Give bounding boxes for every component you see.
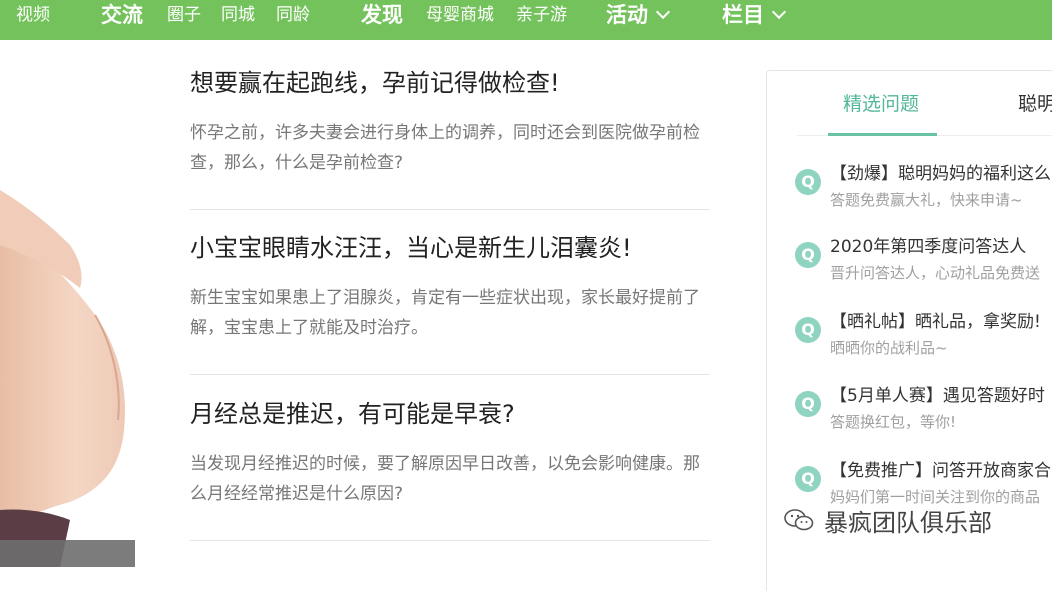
watermark: 暴疯团队俱乐部	[784, 503, 992, 537]
question-item[interactable]: Q 【免费推广】问答开放商家合 妈妈们第一时间关注到你的商品	[795, 458, 1052, 508]
active-tab-indicator	[828, 133, 937, 136]
nav-circle[interactable]: 圈子	[167, 0, 201, 34]
nav-columns-menu[interactable]: 栏目	[722, 0, 787, 34]
question-badge-icon: Q	[795, 466, 821, 492]
question-subtitle: 晒晒你的战利品~	[830, 339, 948, 357]
article-item[interactable]: 小宝宝眼睛水汪汪，当心是新生儿泪囊炎! 新生宝宝如果患上了泪腺炎，肯定有一些症状…	[190, 231, 710, 343]
nav-activities-label: 活动	[606, 3, 648, 27]
article-cover-image[interactable]	[0, 40, 160, 567]
nav-discover[interactable]: 发现	[361, 0, 403, 34]
question-item[interactable]: Q 【劲爆】聪明妈妈的福利这么 答题免费赢大礼，快来申请~	[795, 161, 1052, 211]
chevron-down-icon	[655, 4, 671, 20]
nav-activities-menu[interactable]: 活动	[606, 0, 671, 34]
question-badge-icon: Q	[795, 317, 821, 343]
question-title[interactable]: 【晒礼帖】晒礼品，拿奖励!	[830, 309, 1041, 335]
nav-columns-label: 栏目	[722, 3, 764, 27]
top-nav: 视频 交流 圈子 同城 同龄 发现 母婴商城 亲子游 活动 栏目	[0, 0, 1052, 40]
nav-parent-child-travel[interactable]: 亲子游	[516, 0, 567, 34]
question-title[interactable]: 【劲爆】聪明妈妈的福利这么	[830, 161, 1051, 187]
article-summary: 当发现月经推迟的时候，要了解原因早日改善，以免会影响健康。那么月经经常推迟是什么…	[190, 454, 700, 504]
nav-same-age[interactable]: 同龄	[276, 0, 310, 34]
nav-mall[interactable]: 母婴商城	[426, 0, 494, 34]
divider	[190, 209, 710, 210]
article-item[interactable]: 想要赢在起跑线，孕前记得做检查! 怀孕之前，许多夫妻会进行身体上的调养，同时还会…	[190, 66, 710, 178]
question-subtitle: 晋升问答达人，心动礼品免费送	[830, 264, 1041, 282]
question-title[interactable]: 2020年第四季度问答达人	[830, 234, 1026, 260]
article-summary: 怀孕之前，许多夫妻会进行身体上的调养，同时还会到医院做孕前检查，那么，什么是孕前…	[190, 123, 700, 173]
article-summary: 新生宝宝如果患上了泪腺炎，肯定有一些症状出现，家长最好提前了解，宝宝患上了就能及…	[190, 288, 700, 338]
question-subtitle: 答题免费赢大礼，快来申请~	[830, 191, 1023, 209]
article-title[interactable]: 想要赢在起跑线，孕前记得做检查!	[190, 66, 710, 100]
question-badge-icon: Q	[795, 169, 821, 195]
article-item[interactable]: 月经总是推迟，有可能是早衰? 当发现月经推迟的时候，要了解原因早日改善，以免会影…	[190, 397, 710, 509]
question-item[interactable]: Q 【5月单人赛】遇见答题好时 答题换红包，等你!	[795, 383, 1052, 433]
nav-video[interactable]: 视频	[16, 0, 50, 34]
tab-featured-questions[interactable]: 精选问题	[843, 89, 919, 116]
wechat-icon	[784, 509, 814, 531]
question-badge-icon: Q	[795, 242, 821, 268]
watermark-text: 暴疯团队俱乐部	[824, 508, 992, 537]
divider	[190, 540, 710, 541]
article-title[interactable]: 小宝宝眼睛水汪汪，当心是新生儿泪囊炎!	[190, 231, 710, 265]
tab-smart[interactable]: 聪明	[1018, 89, 1052, 116]
question-title[interactable]: 【免费推广】问答开放商家合	[830, 458, 1051, 484]
divider	[190, 374, 710, 375]
question-title[interactable]: 【5月单人赛】遇见答题好时	[830, 383, 1045, 409]
question-item[interactable]: Q 2020年第四季度问答达人 晋升问答达人，心动礼品免费送	[795, 234, 1052, 284]
chevron-down-icon	[771, 4, 787, 20]
nav-same-city[interactable]: 同城	[221, 0, 255, 34]
article-title[interactable]: 月经总是推迟，有可能是早衰?	[190, 397, 710, 431]
question-subtitle: 答题换红包，等你!	[830, 413, 957, 431]
question-badge-icon: Q	[795, 391, 821, 417]
question-item[interactable]: Q 【晒礼帖】晒礼品，拿奖励! 晒晒你的战利品~	[795, 309, 1052, 359]
nav-communication[interactable]: 交流	[101, 0, 143, 34]
